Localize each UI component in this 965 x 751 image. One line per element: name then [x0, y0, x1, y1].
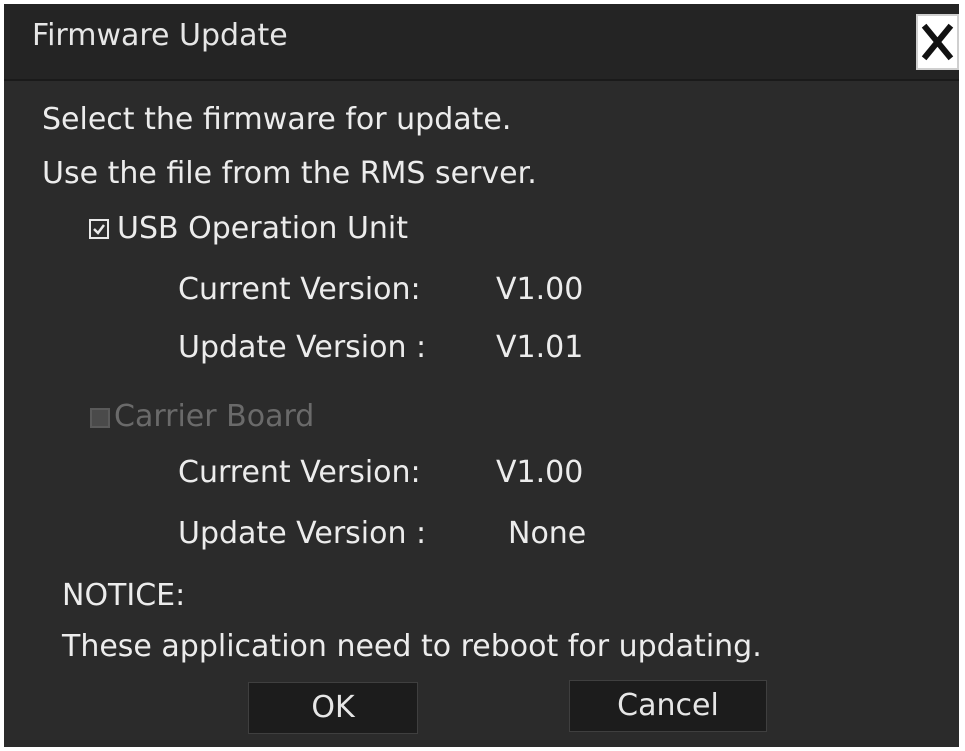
usb-operation-unit-label[interactable]: USB Operation Unit [117, 211, 408, 247]
carrier-update-version-label: Update Version : [178, 516, 427, 551]
close-icon [921, 23, 954, 61]
carrier-board-checkbox[interactable] [90, 408, 110, 428]
usb-current-version-label: Current Version: [178, 272, 421, 307]
usb-update-version-label: Update Version : [178, 330, 427, 365]
notice-title: NOTICE: [62, 578, 186, 613]
carrier-current-version-label: Current Version: [178, 455, 421, 490]
ok-button[interactable]: OK [248, 682, 418, 734]
firmware-update-dialog: Firmware Update Select the firmware for … [4, 4, 959, 747]
carrier-current-version-value: V1.00 [496, 455, 584, 490]
dialog-title: Firmware Update [32, 18, 288, 53]
title-bar: Firmware Update [4, 4, 959, 81]
usb-current-version-value: V1.00 [496, 272, 584, 307]
checkmark-icon [93, 224, 105, 235]
usb-update-version-value: V1.01 [496, 330, 584, 365]
instruction-line-2: Use the file from the RMS server. [42, 156, 537, 191]
close-button[interactable] [916, 14, 959, 70]
cancel-button[interactable]: Cancel [569, 680, 767, 732]
carrier-update-version-value: None [508, 516, 587, 551]
instruction-line-1: Select the firmware for update. [42, 102, 512, 137]
carrier-board-label[interactable]: Carrier Board [114, 399, 314, 435]
usb-operation-unit-checkbox[interactable] [89, 219, 109, 239]
notice-text: These application need to reboot for upd… [62, 629, 762, 664]
